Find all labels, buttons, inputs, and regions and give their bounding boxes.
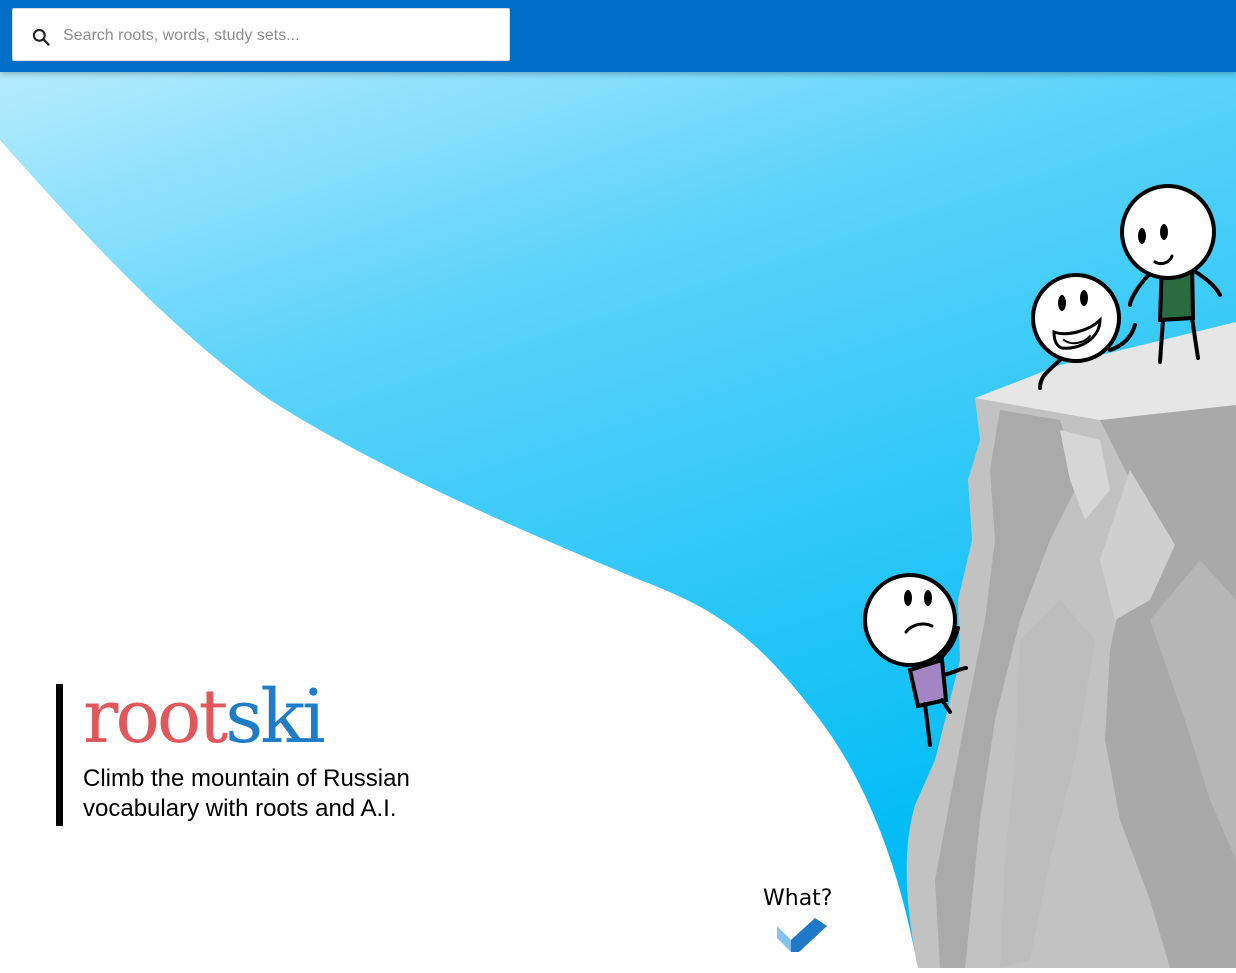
search-icon: [32, 28, 50, 46]
top-bar: [0, 0, 1236, 72]
search-box[interactable]: [12, 8, 510, 61]
chevron-down-icon[interactable]: [773, 916, 831, 956]
logo: rootski: [83, 672, 326, 762]
brand-block: rootski Climb the mountain of Russian vo…: [56, 674, 456, 826]
tagline: Climb the mountain of Russian vocabulary…: [83, 765, 410, 822]
logo-part-root: root: [83, 674, 228, 760]
what-link[interactable]: What?: [763, 886, 843, 911]
logo-part-ski: ski: [225, 674, 325, 760]
search-input[interactable]: [61, 17, 495, 55]
